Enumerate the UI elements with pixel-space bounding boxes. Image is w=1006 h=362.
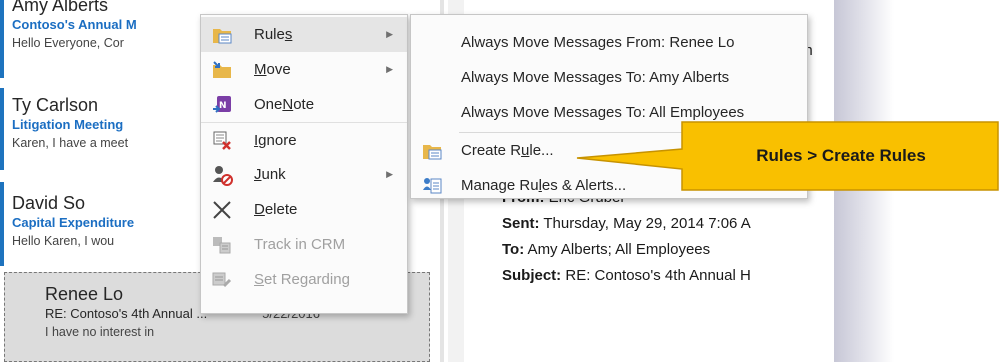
- manage-rules-icon: [421, 175, 443, 197]
- submenu-label: Create Rule...: [461, 142, 554, 159]
- create-rule-icon: [421, 140, 443, 162]
- move-folder-icon: [211, 59, 233, 81]
- subject-label: Subject:: [502, 267, 562, 284]
- menu-item-delete[interactable]: Delete: [201, 192, 407, 227]
- menu-item-track-in-crm: Track in CRM: [201, 227, 407, 262]
- svg-text:N: N: [219, 101, 227, 111]
- message-preview: I have no interest in: [45, 325, 155, 339]
- menu-item-move[interactable]: Move ▶: [201, 52, 407, 87]
- menu-item-ignore[interactable]: Ignore: [201, 122, 407, 157]
- menu-label: Ignore: [254, 131, 297, 149]
- menu-label: Set Regarding: [254, 271, 350, 288]
- menu-label: Track in CRM: [254, 236, 346, 253]
- callout-text: Rules > Create Rules: [756, 146, 926, 165]
- rules-icon: [211, 24, 233, 46]
- delete-icon: [211, 199, 233, 221]
- set-regarding-icon: [211, 269, 233, 291]
- submenu-arrow-icon: ▶: [386, 29, 393, 39]
- submenu-label: Always Move Messages From: Renee Lo: [461, 34, 735, 51]
- track-crm-icon: [211, 234, 233, 256]
- header-sent: Sent: Thursday, May 29, 2014 7:06 A: [502, 214, 751, 234]
- submenu-label: Always Move Messages To: All Employees: [461, 104, 745, 121]
- header-to: To: Amy Alberts; All Employees: [502, 240, 710, 260]
- submenu-arrow-icon: ▶: [386, 169, 393, 179]
- sent-label: Sent:: [502, 215, 540, 232]
- menu-label: Rules: [254, 26, 293, 43]
- onenote-icon: N: [211, 94, 233, 116]
- submenu-arrow-icon: ▶: [386, 64, 393, 74]
- menu-item-onenote[interactable]: N OneNote: [201, 87, 407, 122]
- to-value: Amy Alberts; All Employees: [524, 241, 711, 258]
- callout-annotation: Rules > Create Rules: [576, 121, 1000, 191]
- submenu-item-move-from[interactable]: Always Move Messages From: Renee Lo: [411, 25, 807, 60]
- junk-icon: [211, 164, 233, 186]
- message-subject: RE: Contoso's 4th Annual ...: [45, 306, 208, 321]
- submenu-item-move-to-amy[interactable]: Always Move Messages To: Amy Alberts: [411, 60, 807, 95]
- context-menu: Rules ▶ Move ▶ N OneNote Ignore Junk ▶ D…: [200, 14, 408, 314]
- submenu-label: Always Move Messages To: Amy Alberts: [461, 69, 730, 86]
- menu-item-rules[interactable]: Rules ▶: [201, 17, 407, 52]
- menu-label: OneNote: [254, 96, 315, 113]
- menu-label: Junk: [254, 166, 286, 183]
- header-subject: Subject: RE: Contoso's 4th Annual H: [502, 266, 751, 286]
- sent-value: Thursday, May 29, 2014 7:06 A: [539, 215, 751, 232]
- menu-label: Move: [254, 61, 291, 78]
- menu-item-junk[interactable]: Junk ▶: [201, 157, 407, 192]
- ignore-icon: [211, 129, 233, 151]
- to-label: To:: [502, 241, 525, 258]
- subject-value: RE: Contoso's 4th Annual H: [561, 267, 751, 284]
- menu-item-set-regarding: Set Regarding: [201, 262, 407, 297]
- menu-label: Delete: [254, 201, 298, 218]
